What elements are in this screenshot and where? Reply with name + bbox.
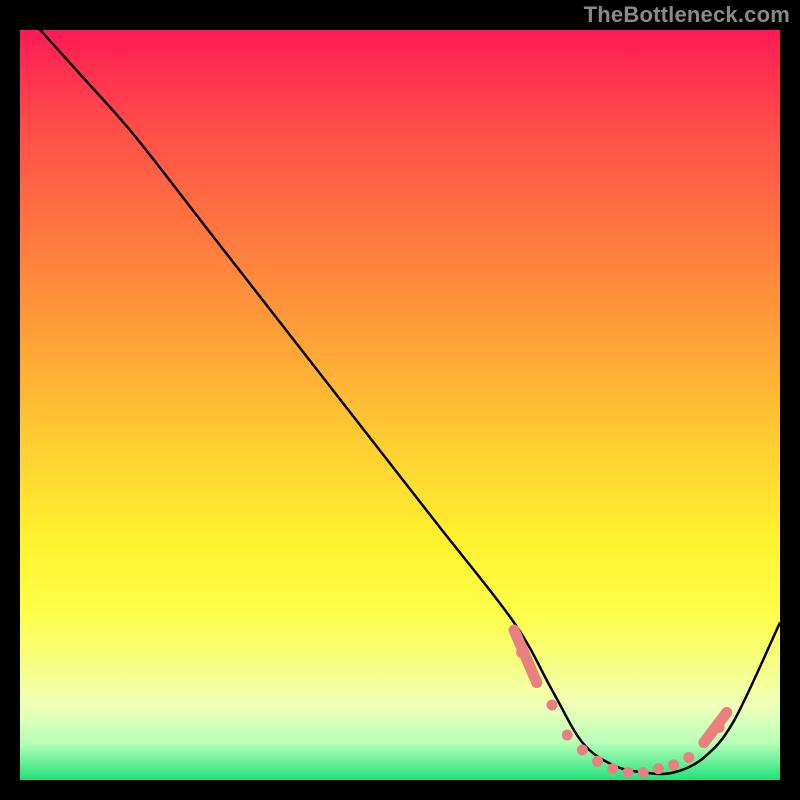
marker-point bbox=[547, 700, 558, 711]
marker-point bbox=[623, 767, 634, 778]
bottleneck-curve bbox=[20, 30, 780, 780]
marker-point bbox=[638, 767, 649, 778]
marker-point bbox=[607, 763, 618, 774]
marker-point bbox=[668, 760, 679, 771]
marker-point bbox=[653, 763, 664, 774]
curve-markers bbox=[514, 630, 727, 778]
marker-point bbox=[683, 752, 694, 763]
marker-point bbox=[577, 745, 588, 756]
curve-path bbox=[20, 30, 780, 774]
marker-point bbox=[562, 730, 573, 741]
marker-point bbox=[592, 756, 603, 767]
watermark-label: TheBottleneck.com bbox=[584, 2, 790, 28]
